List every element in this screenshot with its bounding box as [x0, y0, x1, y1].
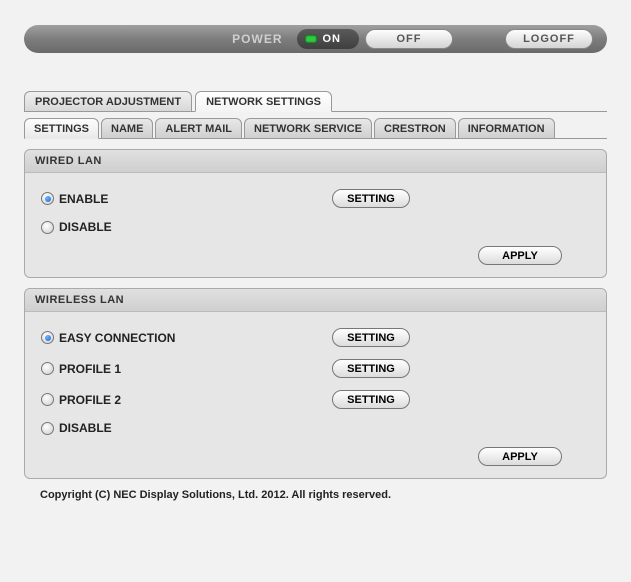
power-on-label: ON — [323, 33, 342, 45]
wired-enable-row: ENABLE SETTING — [41, 189, 590, 208]
subtab-crestron[interactable]: CRESTRON — [374, 118, 456, 139]
wired-enable-label: ENABLE — [59, 192, 108, 206]
subtab-network-service[interactable]: NETWORK SERVICE — [244, 118, 372, 139]
power-led-icon — [305, 35, 317, 43]
wireless-p1-setting-button[interactable]: SETTING — [332, 359, 410, 378]
tab-projector-adjustment[interactable]: PROJECTOR ADJUSTMENT — [24, 91, 192, 112]
wireless-p2-row: PROFILE 2 SETTING — [41, 390, 590, 409]
wireless-p2-label: PROFILE 2 — [59, 393, 121, 407]
wireless-lan-panel: WIRELESS LAN EASY CONNECTION SETTING PRO… — [24, 288, 607, 479]
wireless-easy-row: EASY CONNECTION SETTING — [41, 328, 590, 347]
wireless-disable-radio[interactable] — [41, 422, 54, 435]
wireless-easy-radio[interactable] — [41, 331, 54, 344]
wireless-p2-radio[interactable] — [41, 393, 54, 406]
wired-setting-button[interactable]: SETTING — [332, 189, 410, 208]
power-on-button[interactable]: ON — [297, 29, 360, 49]
wired-lan-title: WIRED LAN — [25, 150, 606, 173]
wired-disable-row: DISABLE — [41, 220, 590, 234]
wireless-p1-radio[interactable] — [41, 362, 54, 375]
sub-tabs: SETTINGS NAME ALERT MAIL NETWORK SERVICE… — [24, 118, 607, 139]
wired-disable-label: DISABLE — [59, 220, 112, 234]
wireless-p1-row: PROFILE 1 SETTING — [41, 359, 590, 378]
power-off-button[interactable]: OFF — [365, 29, 453, 49]
wireless-apply-button[interactable]: APPLY — [478, 447, 562, 466]
wireless-easy-setting-button[interactable]: SETTING — [332, 328, 410, 347]
subtab-name[interactable]: NAME — [101, 118, 153, 139]
power-label: POWER — [232, 32, 282, 46]
wired-disable-radio[interactable] — [41, 221, 54, 234]
wireless-p1-label: PROFILE 1 — [59, 362, 121, 376]
logoff-button[interactable]: LOGOFF — [505, 29, 593, 49]
wireless-disable-row: DISABLE — [41, 421, 590, 435]
subtab-information[interactable]: INFORMATION — [458, 118, 555, 139]
subtab-settings[interactable]: SETTINGS — [24, 118, 99, 139]
main-tabs: PROJECTOR ADJUSTMENT NETWORK SETTINGS — [24, 91, 607, 112]
subtab-alert-mail[interactable]: ALERT MAIL — [155, 118, 242, 139]
wired-enable-radio[interactable] — [41, 192, 54, 205]
wireless-lan-title: WIRELESS LAN — [25, 289, 606, 312]
tab-network-settings[interactable]: NETWORK SETTINGS — [195, 91, 332, 112]
wireless-disable-label: DISABLE — [59, 421, 112, 435]
wireless-p2-setting-button[interactable]: SETTING — [332, 390, 410, 409]
wired-lan-panel: WIRED LAN ENABLE SETTING DISABLE APPLY — [24, 149, 607, 278]
footer-copyright: Copyright (C) NEC Display Solutions, Ltd… — [40, 489, 607, 501]
wireless-easy-label: EASY CONNECTION — [59, 331, 175, 345]
power-bar: POWER ON OFF LOGOFF — [24, 25, 607, 53]
wired-apply-button[interactable]: APPLY — [478, 246, 562, 265]
